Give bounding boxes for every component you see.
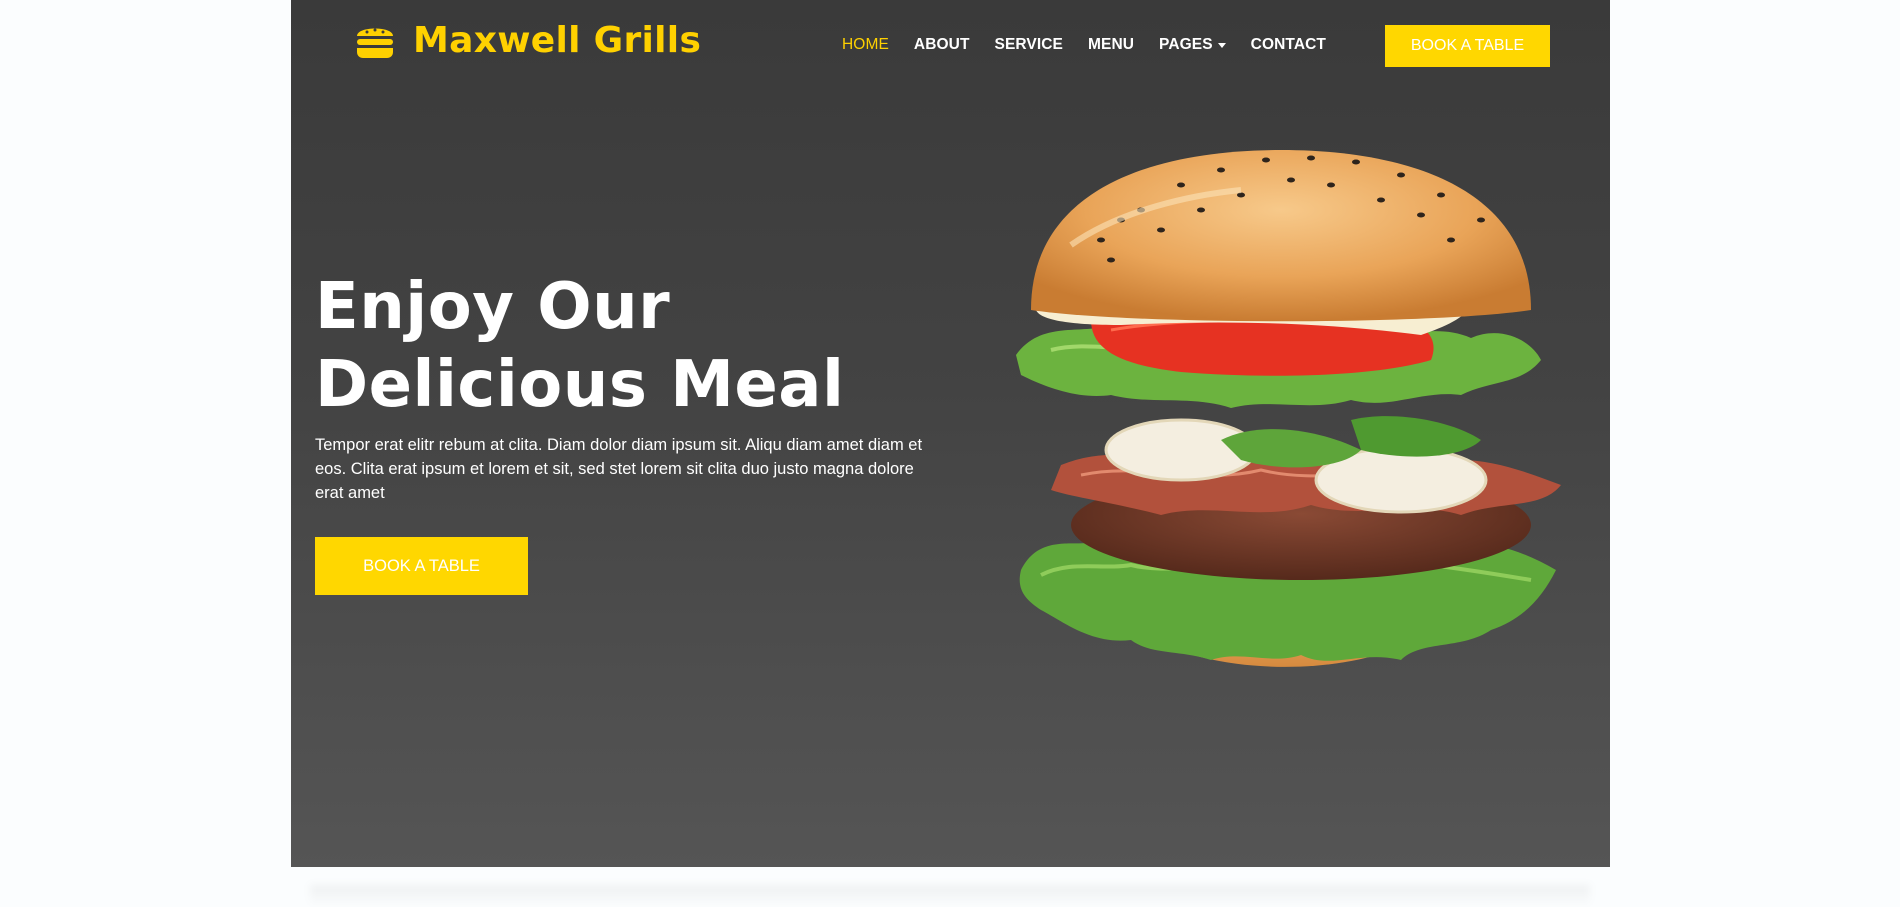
hero-title-line-1: Enjoy Our	[315, 270, 671, 344]
nav-pages-label: PAGES	[1159, 36, 1213, 53]
page: Maxwell Grills HOME ABOUT SERVICE MENU P…	[0, 0, 1900, 907]
nav-menu-link[interactable]: MENU	[1088, 36, 1134, 54]
hero-title-line-2: Delicious Meal	[315, 348, 845, 422]
hero-description: Tempor erat elitr rebum at clita. Diam d…	[315, 436, 923, 502]
nav-book-table-button[interactable]: BOOK A TABLE	[1385, 25, 1550, 67]
hero-section: Maxwell Grills HOME ABOUT SERVICE MENU P…	[291, 0, 1610, 867]
hero-book-table-button[interactable]: BOOK A TABLE	[315, 537, 528, 595]
brand-logo[interactable]: Maxwell Grills	[355, 18, 701, 64]
burger-image	[981, 150, 1581, 710]
nav-pages-dropdown[interactable]: PAGES	[1159, 36, 1226, 54]
brand-name: Maxwell Grills	[413, 20, 702, 61]
nav-home[interactable]: HOME	[842, 36, 889, 54]
nav-about[interactable]: ABOUT	[914, 36, 970, 54]
hamburger-icon	[355, 22, 395, 60]
nav-menu: HOME ABOUT SERVICE MENU PAGES CONTACT	[842, 36, 1326, 54]
nav-service[interactable]: SERVICE	[995, 36, 1063, 54]
caret-down-icon	[1217, 42, 1226, 48]
nav-contact[interactable]: CONTACT	[1251, 36, 1326, 54]
navbar: Maxwell Grills HOME ABOUT SERVICE MENU P…	[291, 0, 1610, 90]
section-divider-shadow	[310, 885, 1590, 907]
hero-title: Enjoy Our Delicious Meal	[315, 268, 875, 424]
